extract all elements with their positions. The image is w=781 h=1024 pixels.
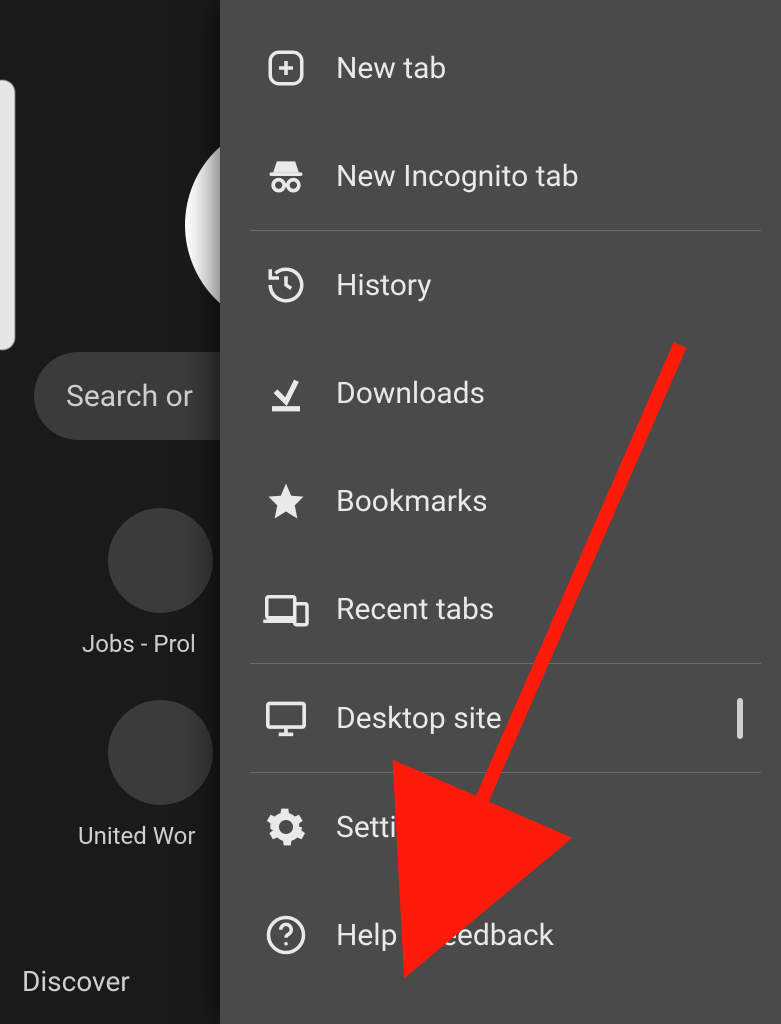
screen: Search or Jobs - Prol United Wor Discove… bbox=[0, 0, 781, 1024]
star-icon bbox=[256, 480, 316, 522]
shortcut-tile[interactable] bbox=[108, 508, 213, 613]
menu-item-label: Downloads bbox=[336, 376, 781, 411]
menu-item-help-feedback[interactable]: Help & feedback bbox=[220, 881, 781, 989]
gear-icon bbox=[256, 806, 316, 848]
menu-item-history[interactable]: History bbox=[220, 231, 781, 339]
menu-item-recent-tabs[interactable]: Recent tabs bbox=[220, 555, 781, 663]
menu-item-settings[interactable]: Settings bbox=[220, 773, 781, 881]
monitor-icon bbox=[256, 698, 316, 738]
search-placeholder: Search or bbox=[66, 379, 193, 414]
desktop-site-checkbox[interactable] bbox=[737, 701, 743, 736]
devices-icon bbox=[256, 588, 316, 630]
menu-item-label: Bookmarks bbox=[336, 484, 781, 519]
incognito-icon bbox=[256, 154, 316, 198]
menu-item-new-incognito-tab[interactable]: New Incognito tab bbox=[220, 122, 781, 230]
menu-item-label: Desktop site bbox=[336, 701, 737, 736]
shortcut-tile[interactable] bbox=[108, 700, 213, 805]
menu-item-downloads[interactable]: Downloads bbox=[220, 339, 781, 447]
address-bar-fragment bbox=[0, 80, 15, 350]
menu-item-label: New Incognito tab bbox=[336, 159, 781, 194]
menu-item-label: History bbox=[336, 268, 781, 303]
menu-item-bookmarks[interactable]: Bookmarks bbox=[220, 447, 781, 555]
plus-box-icon bbox=[256, 47, 316, 89]
discover-heading: Discover bbox=[22, 965, 130, 998]
help-icon bbox=[256, 914, 316, 956]
menu-item-desktop-site[interactable]: Desktop site bbox=[220, 664, 781, 772]
menu-item-new-tab[interactable]: New tab bbox=[220, 14, 781, 122]
menu-item-label: New tab bbox=[336, 51, 781, 86]
shortcut-label: United Wor bbox=[78, 822, 195, 850]
menu-item-label: Settings bbox=[336, 810, 781, 845]
menu-item-label: Recent tabs bbox=[336, 592, 781, 627]
shortcut-label: Jobs - Prol bbox=[82, 630, 196, 658]
download-icon bbox=[256, 372, 316, 414]
history-icon bbox=[256, 264, 316, 306]
menu-item-label: Help & feedback bbox=[336, 918, 781, 953]
overflow-menu: New tab New Incognito tab bbox=[220, 0, 781, 1024]
